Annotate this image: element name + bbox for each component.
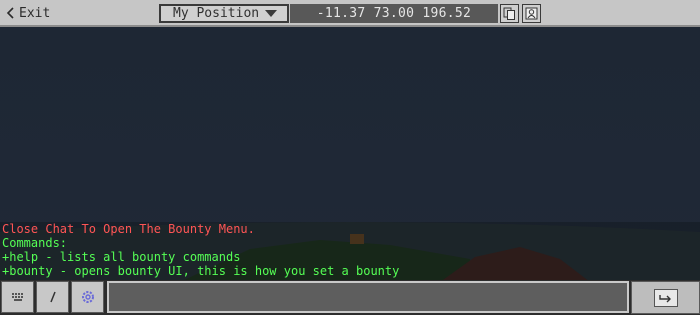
exit-label: Exit bbox=[19, 5, 51, 21]
chat-input[interactable] bbox=[107, 281, 629, 313]
send-button[interactable] bbox=[631, 281, 700, 314]
chat-input-bar bbox=[0, 280, 700, 315]
chat-message-help-command: +help - lists all bounty commands bbox=[2, 250, 241, 264]
settings-icon bbox=[81, 291, 94, 303]
coordinates-display: -11.37 73.00 196.52 bbox=[290, 4, 498, 23]
chevron-left-icon bbox=[6, 7, 14, 19]
position-dropdown[interactable]: My Position bbox=[159, 4, 289, 23]
send-icon bbox=[658, 294, 671, 302]
chat-message-bounty-command: +bounty - opens bounty UI, this is how y… bbox=[2, 264, 400, 278]
copy-coordinates-button[interactable] bbox=[500, 4, 519, 23]
chevron-down-icon bbox=[265, 10, 277, 17]
keyboard-icon bbox=[11, 293, 23, 301]
chat-log: Close Chat To Open The Bounty Menu. Comm… bbox=[0, 222, 700, 280]
send-button-face bbox=[653, 288, 678, 307]
settings-button[interactable] bbox=[71, 281, 104, 313]
chat-message-commands-header: Commands: bbox=[2, 236, 68, 250]
teleport-icon bbox=[525, 7, 538, 20]
slash-command-icon bbox=[49, 291, 56, 303]
slash-command-button[interactable] bbox=[36, 281, 69, 313]
position-dropdown-value: My Position bbox=[173, 6, 260, 21]
top-toolbar: Exit My Position -11.37 73.00 196.52 bbox=[0, 0, 700, 27]
exit-button[interactable]: Exit bbox=[6, 4, 50, 22]
copy-icon bbox=[503, 7, 515, 20]
keyboard-button[interactable] bbox=[1, 281, 34, 313]
teleport-button[interactable] bbox=[522, 4, 541, 23]
chat-message-bounty-menu: Close Chat To Open The Bounty Menu. bbox=[2, 222, 255, 236]
